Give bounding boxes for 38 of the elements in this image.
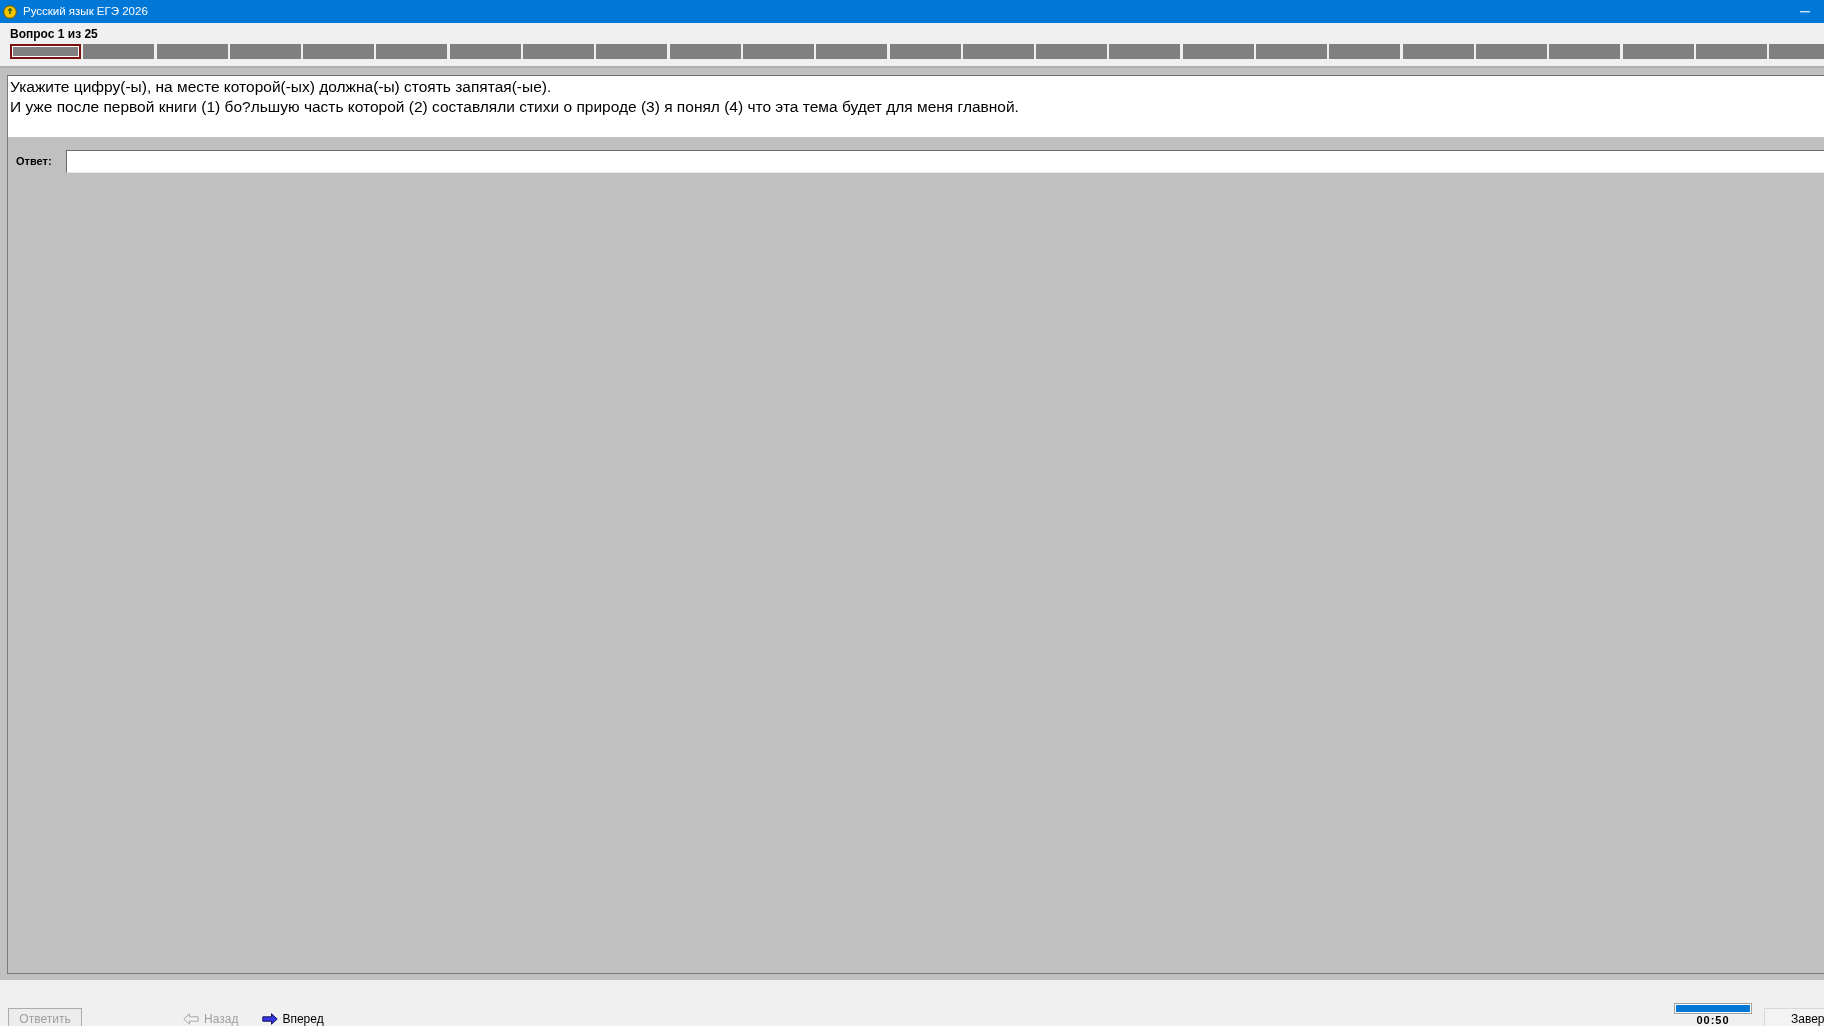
- question-nav-cell[interactable]: [1695, 44, 1767, 59]
- question-nav-cell[interactable]: [523, 44, 595, 59]
- question-nav-cell[interactable]: [1402, 44, 1474, 59]
- finish-button[interactable]: Завер: [1764, 1008, 1824, 1026]
- question-counter: Вопрос 1 из 25: [10, 27, 99, 43]
- question-instruction: Укажите цифру(-ы), на месте которой(-ых) должна(-ы) стоять запятая(-ые).: [10, 77, 553, 97]
- question-nav-cell[interactable]: [156, 44, 228, 59]
- window-title: Русский язык ЕГЭ 2026: [23, 5, 148, 18]
- app-logo-icon: [3, 4, 17, 19]
- question-nav-cell[interactable]: [376, 44, 448, 59]
- question-nav-cell[interactable]: [1182, 44, 1254, 59]
- question-nav-cell[interactable]: [449, 44, 521, 59]
- left-arrow-icon: [183, 1013, 199, 1025]
- question-nav-cell[interactable]: [303, 44, 375, 59]
- answer-label: Ответ:: [16, 154, 53, 170]
- minimize-icon: [1800, 10, 1810, 13]
- answer-input[interactable]: [66, 150, 1824, 173]
- question-nav-cell[interactable]: [816, 44, 888, 59]
- question-nav-cell[interactable]: [596, 44, 668, 59]
- question-nav-cell[interactable]: [10, 44, 81, 59]
- question-nav-cell[interactable]: [1036, 44, 1108, 59]
- question-nav-cell[interactable]: [229, 44, 301, 59]
- question-nav-cell[interactable]: [1109, 44, 1181, 59]
- question-nav-cell[interactable]: [669, 44, 741, 59]
- right-arrow-icon: [262, 1013, 279, 1025]
- question-nav-cell[interactable]: [962, 44, 1034, 59]
- question-nav-cell[interactable]: [1549, 44, 1621, 59]
- timer-text: 00:50: [1696, 1014, 1730, 1026]
- question-nav-cell[interactable]: [742, 44, 814, 59]
- question-nav-cell[interactable]: [1475, 44, 1547, 59]
- question-nav-cell[interactable]: [1622, 44, 1694, 59]
- question-nav-cell[interactable]: [889, 44, 961, 59]
- question-nav-cell[interactable]: [1769, 44, 1824, 59]
- question-nav-cell[interactable]: [1256, 44, 1328, 59]
- question-nav-cell[interactable]: [1329, 44, 1401, 59]
- question-nav-cell[interactable]: [83, 44, 155, 59]
- forward-button[interactable]: Вперед: [262, 1012, 324, 1026]
- question-sentence: И уже после первой книги (1) бо?льшую часть которой (2) составляли стихи о природе (3) я понял (4) что эта тема будет для меня главной.: [10, 97, 1020, 117]
